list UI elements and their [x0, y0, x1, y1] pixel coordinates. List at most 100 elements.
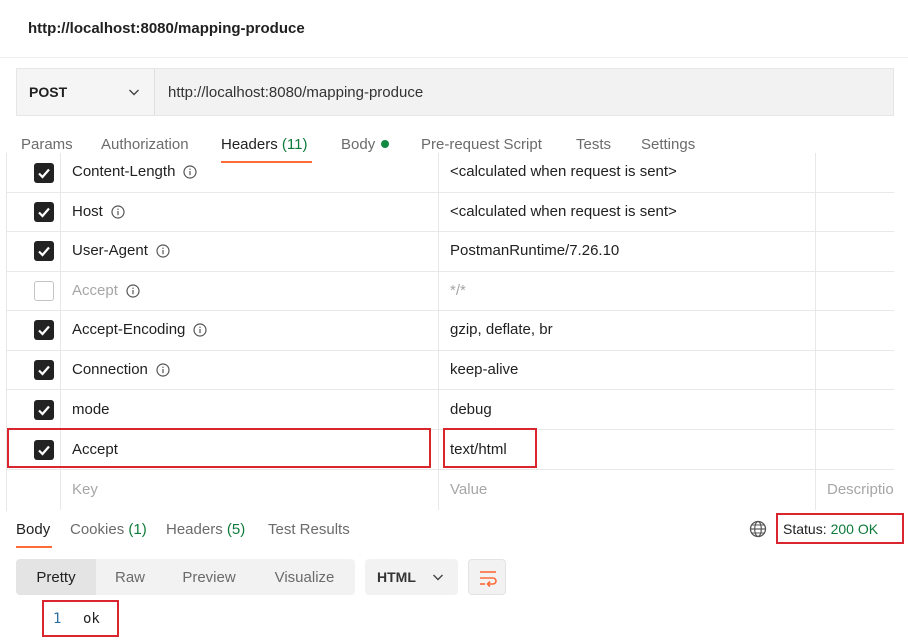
tab-cookies[interactable]: Cookies (1) — [70, 521, 147, 538]
method-select[interactable]: POST — [17, 69, 155, 115]
header-row: mode debug — [7, 390, 894, 430]
key-cell[interactable]: Accept-Encoding — [61, 311, 439, 350]
header-checkbox[interactable] — [34, 163, 54, 183]
format-preview-button[interactable]: Preview — [164, 559, 254, 595]
body-status-dot — [381, 140, 390, 149]
info-icon[interactable] — [183, 164, 198, 179]
value-cell[interactable]: <calculated when request is sent> — [439, 193, 816, 231]
header-key-text: Connection — [72, 361, 148, 378]
wrap-lines-icon — [480, 571, 497, 588]
header-checkbox[interactable] — [34, 360, 54, 380]
header-key-text: mode — [72, 401, 110, 418]
active-response-tab-indicator — [16, 546, 52, 548]
header-checkbox[interactable] — [34, 241, 54, 261]
tab-tests[interactable]: Tests — [576, 136, 611, 153]
tab-cookies-count: (1) — [128, 521, 147, 538]
value-cell[interactable]: debug — [439, 390, 816, 429]
header-checkbox[interactable] — [34, 202, 54, 222]
request-title[interactable]: http://localhost:8080/mapping-produce — [28, 20, 305, 37]
tab-body[interactable]: Body — [341, 136, 390, 153]
tab-response-headers[interactable]: Headers (5) — [166, 521, 245, 538]
value-cell[interactable]: Value — [439, 470, 816, 510]
key-cell[interactable]: User-Agent — [61, 232, 439, 271]
tab-pre-request-script[interactable]: Pre-request Script — [421, 136, 542, 153]
header-checkbox[interactable] — [34, 400, 54, 420]
tab-response-body[interactable]: Body — [16, 521, 50, 538]
tab-headers[interactable]: Headers (11) — [221, 136, 307, 153]
header-key: User-Agent — [72, 242, 170, 259]
tab-test-results[interactable]: Test Results — [268, 521, 350, 538]
format-visualize-button[interactable]: Visualize — [254, 559, 355, 595]
header-key-text: Host — [72, 203, 103, 220]
description-placeholder: Description — [827, 481, 894, 498]
language-label: HTML — [377, 569, 416, 585]
tab-settings[interactable]: Settings — [641, 136, 695, 153]
key-cell[interactable]: mode — [61, 390, 439, 429]
header-key: Accept — [72, 282, 140, 299]
header-key: Host — [72, 203, 125, 220]
info-icon[interactable] — [193, 322, 208, 337]
checkbox-cell — [7, 153, 61, 192]
tab-params[interactable]: Params — [21, 136, 73, 153]
check-icon — [38, 325, 50, 336]
description-cell[interactable] — [816, 430, 894, 469]
key-cell[interactable]: Key — [61, 470, 439, 510]
checkbox-cell — [7, 193, 61, 231]
header-row: Accept */* — [7, 272, 894, 311]
highlight-accept-row — [7, 428, 431, 468]
new-header-row: Key Value Description — [7, 470, 894, 510]
tab-authorization[interactable]: Authorization — [101, 136, 189, 153]
description-cell[interactable] — [816, 311, 894, 350]
info-icon[interactable] — [126, 283, 140, 298]
header-row: Content-Length <calculated when request … — [7, 153, 894, 193]
check-icon — [38, 405, 50, 416]
value-cell[interactable]: PostmanRuntime/7.26.10 — [439, 232, 816, 271]
value-cell[interactable]: gzip, deflate, br — [439, 311, 816, 350]
description-cell[interactable] — [816, 153, 894, 192]
response-status[interactable]: Status: 200 OK — [776, 513, 904, 544]
wrap-lines-button[interactable] — [468, 559, 506, 595]
info-icon[interactable] — [111, 204, 125, 219]
tab-headers-count: (11) — [281, 136, 308, 153]
header-checkbox[interactable] — [34, 320, 54, 340]
value-cell[interactable]: <calculated when request is sent> — [439, 153, 816, 192]
description-cell[interactable]: Description — [816, 470, 894, 510]
description-cell[interactable] — [816, 193, 894, 231]
key-cell[interactable]: Accept — [61, 272, 439, 310]
description-cell[interactable] — [816, 272, 894, 310]
tab-headers-label: Headers — [221, 136, 278, 153]
header-value: gzip, deflate, br — [450, 321, 553, 338]
key-cell[interactable]: Content-Length — [61, 153, 439, 192]
value-cell[interactable]: keep-alive — [439, 351, 816, 389]
response-tabs: Body Cookies (1) Headers (5) Test Result… — [0, 512, 908, 548]
header-key: Accept-Encoding — [72, 321, 208, 338]
description-cell[interactable] — [816, 351, 894, 389]
info-icon[interactable] — [156, 243, 170, 258]
header-key-text: User-Agent — [72, 242, 148, 259]
format-raw-button[interactable]: Raw — [96, 559, 164, 595]
header-key-text: Accept-Encoding — [72, 321, 186, 338]
header-value: keep-alive — [450, 361, 519, 378]
key-cell[interactable]: Host — [61, 193, 439, 231]
request-title-bar: http://localhost:8080/mapping-produce — [0, 0, 908, 58]
description-cell[interactable] — [816, 232, 894, 271]
globe-icon[interactable] — [749, 520, 767, 538]
key-cell[interactable]: Connection — [61, 351, 439, 389]
key-placeholder: Key — [72, 481, 98, 498]
language-select[interactable]: HTML — [365, 559, 458, 595]
url-input[interactable]: http://localhost:8080/mapping-produce — [155, 69, 893, 115]
header-value: PostmanRuntime/7.26.10 — [450, 242, 620, 259]
tab-cookies-label: Cookies — [70, 521, 125, 538]
response-body-editor[interactable]: 1 ok — [42, 600, 119, 637]
value-placeholder: Value — [450, 481, 488, 498]
description-cell[interactable] — [816, 390, 894, 429]
info-icon[interactable] — [156, 362, 170, 377]
tab-response-headers-count: (5) — [226, 521, 246, 538]
value-cell[interactable]: */* — [439, 272, 816, 310]
header-checkbox-unchecked[interactable] — [34, 281, 54, 301]
header-row: Accept-Encoding gzip, deflate, br — [7, 311, 894, 351]
check-icon — [38, 365, 50, 376]
tab-response-headers-label: Headers — [166, 521, 223, 538]
format-pretty-button[interactable]: Pretty — [16, 559, 96, 595]
header-value: debug — [450, 401, 492, 418]
